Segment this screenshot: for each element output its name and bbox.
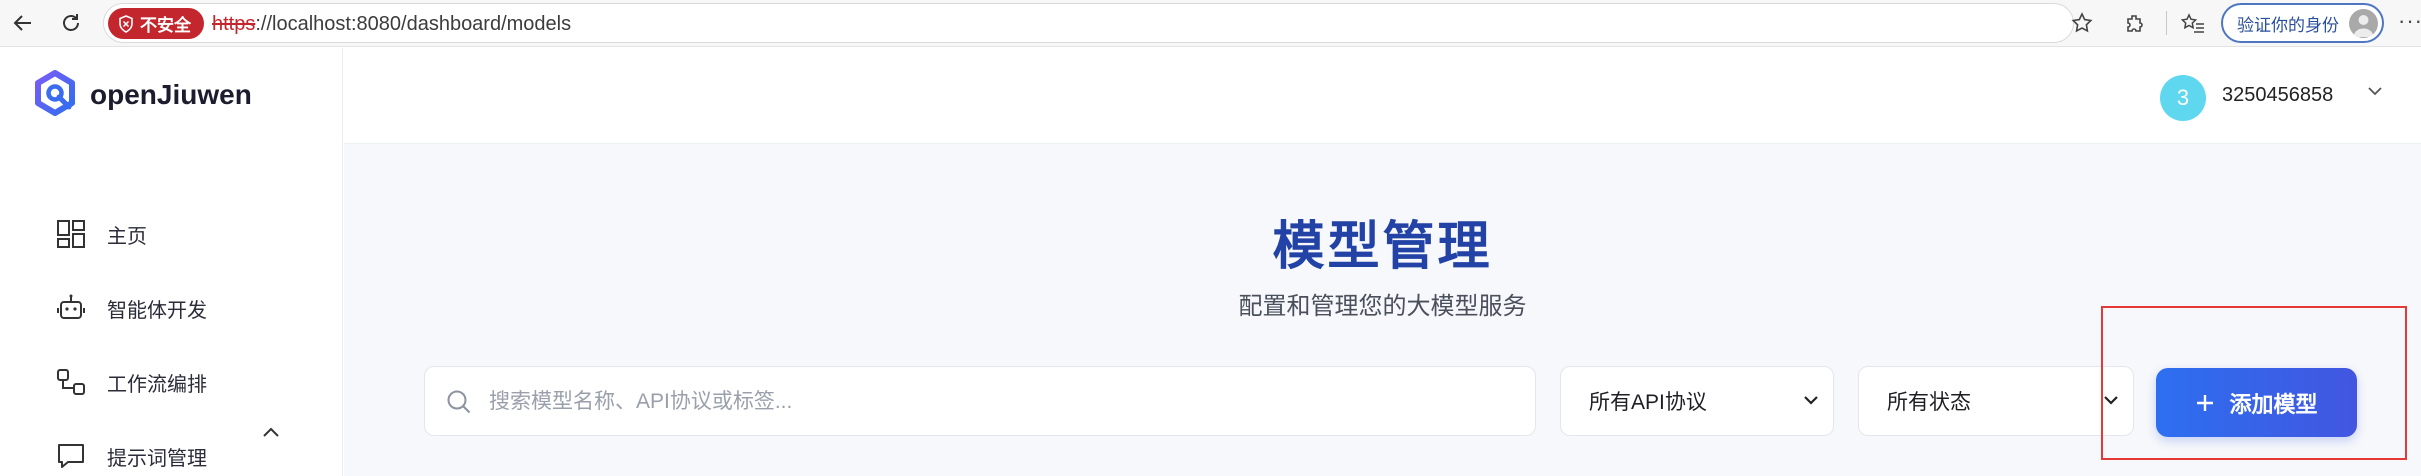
username[interactable]: 3250456858 (2222, 84, 2333, 107)
status-filter-select[interactable]: 所有状态 (1858, 366, 2134, 436)
security-warning-badge[interactable]: 不安全 (108, 8, 204, 39)
browser-toolbar: 不安全 https://localhost:8080/dashboard/mod… (0, 0, 2421, 47)
security-warning-label: 不安全 (140, 16, 191, 35)
search-input[interactable] (489, 383, 1509, 421)
url-path: ://localhost:8080/dashboard/models (255, 13, 572, 35)
verify-identity-label: 验证你的身份 (2237, 15, 2339, 35)
url-scheme: https (212, 13, 256, 35)
protocol-filter-value: 所有API协议 (1589, 391, 1707, 414)
favorites-button[interactable] (2176, 7, 2210, 41)
page-subtitle: 配置和管理您的大模型服务 (1238, 293, 1527, 320)
person-icon (2353, 15, 2374, 37)
sidebar-item-label: 工作流编排 (107, 373, 207, 396)
back-arrow-icon (13, 15, 31, 31)
robot-icon (55, 292, 87, 324)
protocol-filter-select[interactable]: 所有API协议 (1560, 366, 1834, 436)
workflow-icon (55, 366, 87, 398)
favorite-button[interactable] (2066, 7, 2098, 39)
brand-name: openJiuwen (90, 79, 252, 110)
sidebar-item-label: 主页 (107, 225, 147, 248)
url-text[interactable]: https://localhost:8080/dashboard/models (212, 13, 571, 36)
top-header: 3 3250456858 (344, 48, 2421, 144)
toolbar-divider (2166, 11, 2167, 35)
page-title: 模型管理 (1272, 218, 1493, 276)
back-button[interactable] (6, 6, 40, 40)
sidebar-item-agent-dev[interactable]: 智能体开发 (55, 286, 207, 330)
extensions-button[interactable] (2118, 7, 2152, 41)
sidebar-item-prompt[interactable]: 提示词管理 (55, 434, 207, 476)
sidebar-item-label: 提示词管理 (107, 447, 207, 470)
grid-icon (55, 218, 87, 250)
user-avatar[interactable]: 3 (2160, 75, 2206, 121)
chat-icon (55, 440, 87, 472)
sidebar: openJiuwen 主页 智能体开发 工作流编排 提示词管理 (0, 48, 343, 476)
profile-avatar (2349, 9, 2378, 38)
main-content: 模型管理 配置和管理您的大模型服务 所有API协议 所有状态 添加模型 (344, 144, 2421, 476)
chevron-down-icon (2104, 396, 2118, 405)
star-icon (2071, 12, 2093, 33)
openjiuwen-logo-icon (35, 70, 75, 116)
reload-icon (63, 14, 79, 31)
reload-button[interactable] (54, 6, 88, 40)
search-icon (447, 390, 471, 414)
sidebar-item-label: 智能体开发 (107, 299, 207, 322)
shield-warning-icon (119, 14, 133, 33)
browser-menu-button[interactable]: ··· (2398, 8, 2421, 34)
chevron-down-icon (1804, 396, 1818, 405)
add-model-label: 添加模型 (2229, 391, 2318, 417)
brand-logo[interactable]: openJiuwen (32, 70, 252, 120)
chevron-down-icon[interactable] (2367, 86, 2383, 96)
address-bar[interactable]: 不安全 https://localhost:8080/dashboard/mod… (103, 3, 2093, 43)
puzzle-icon (2127, 15, 2143, 32)
verify-identity-button[interactable]: 验证你的身份 (2221, 3, 2384, 43)
sidebar-item-workflow[interactable]: 工作流编排 (55, 360, 207, 404)
search-box[interactable] (424, 366, 1536, 436)
status-filter-value: 所有状态 (1887, 391, 1971, 414)
add-model-button[interactable]: 添加模型 (2156, 368, 2357, 437)
favorites-list-icon (2180, 13, 2204, 33)
plus-icon (2197, 394, 2214, 411)
sidebar-item-home[interactable]: 主页 (55, 212, 147, 256)
chevron-up-icon[interactable] (262, 426, 280, 438)
